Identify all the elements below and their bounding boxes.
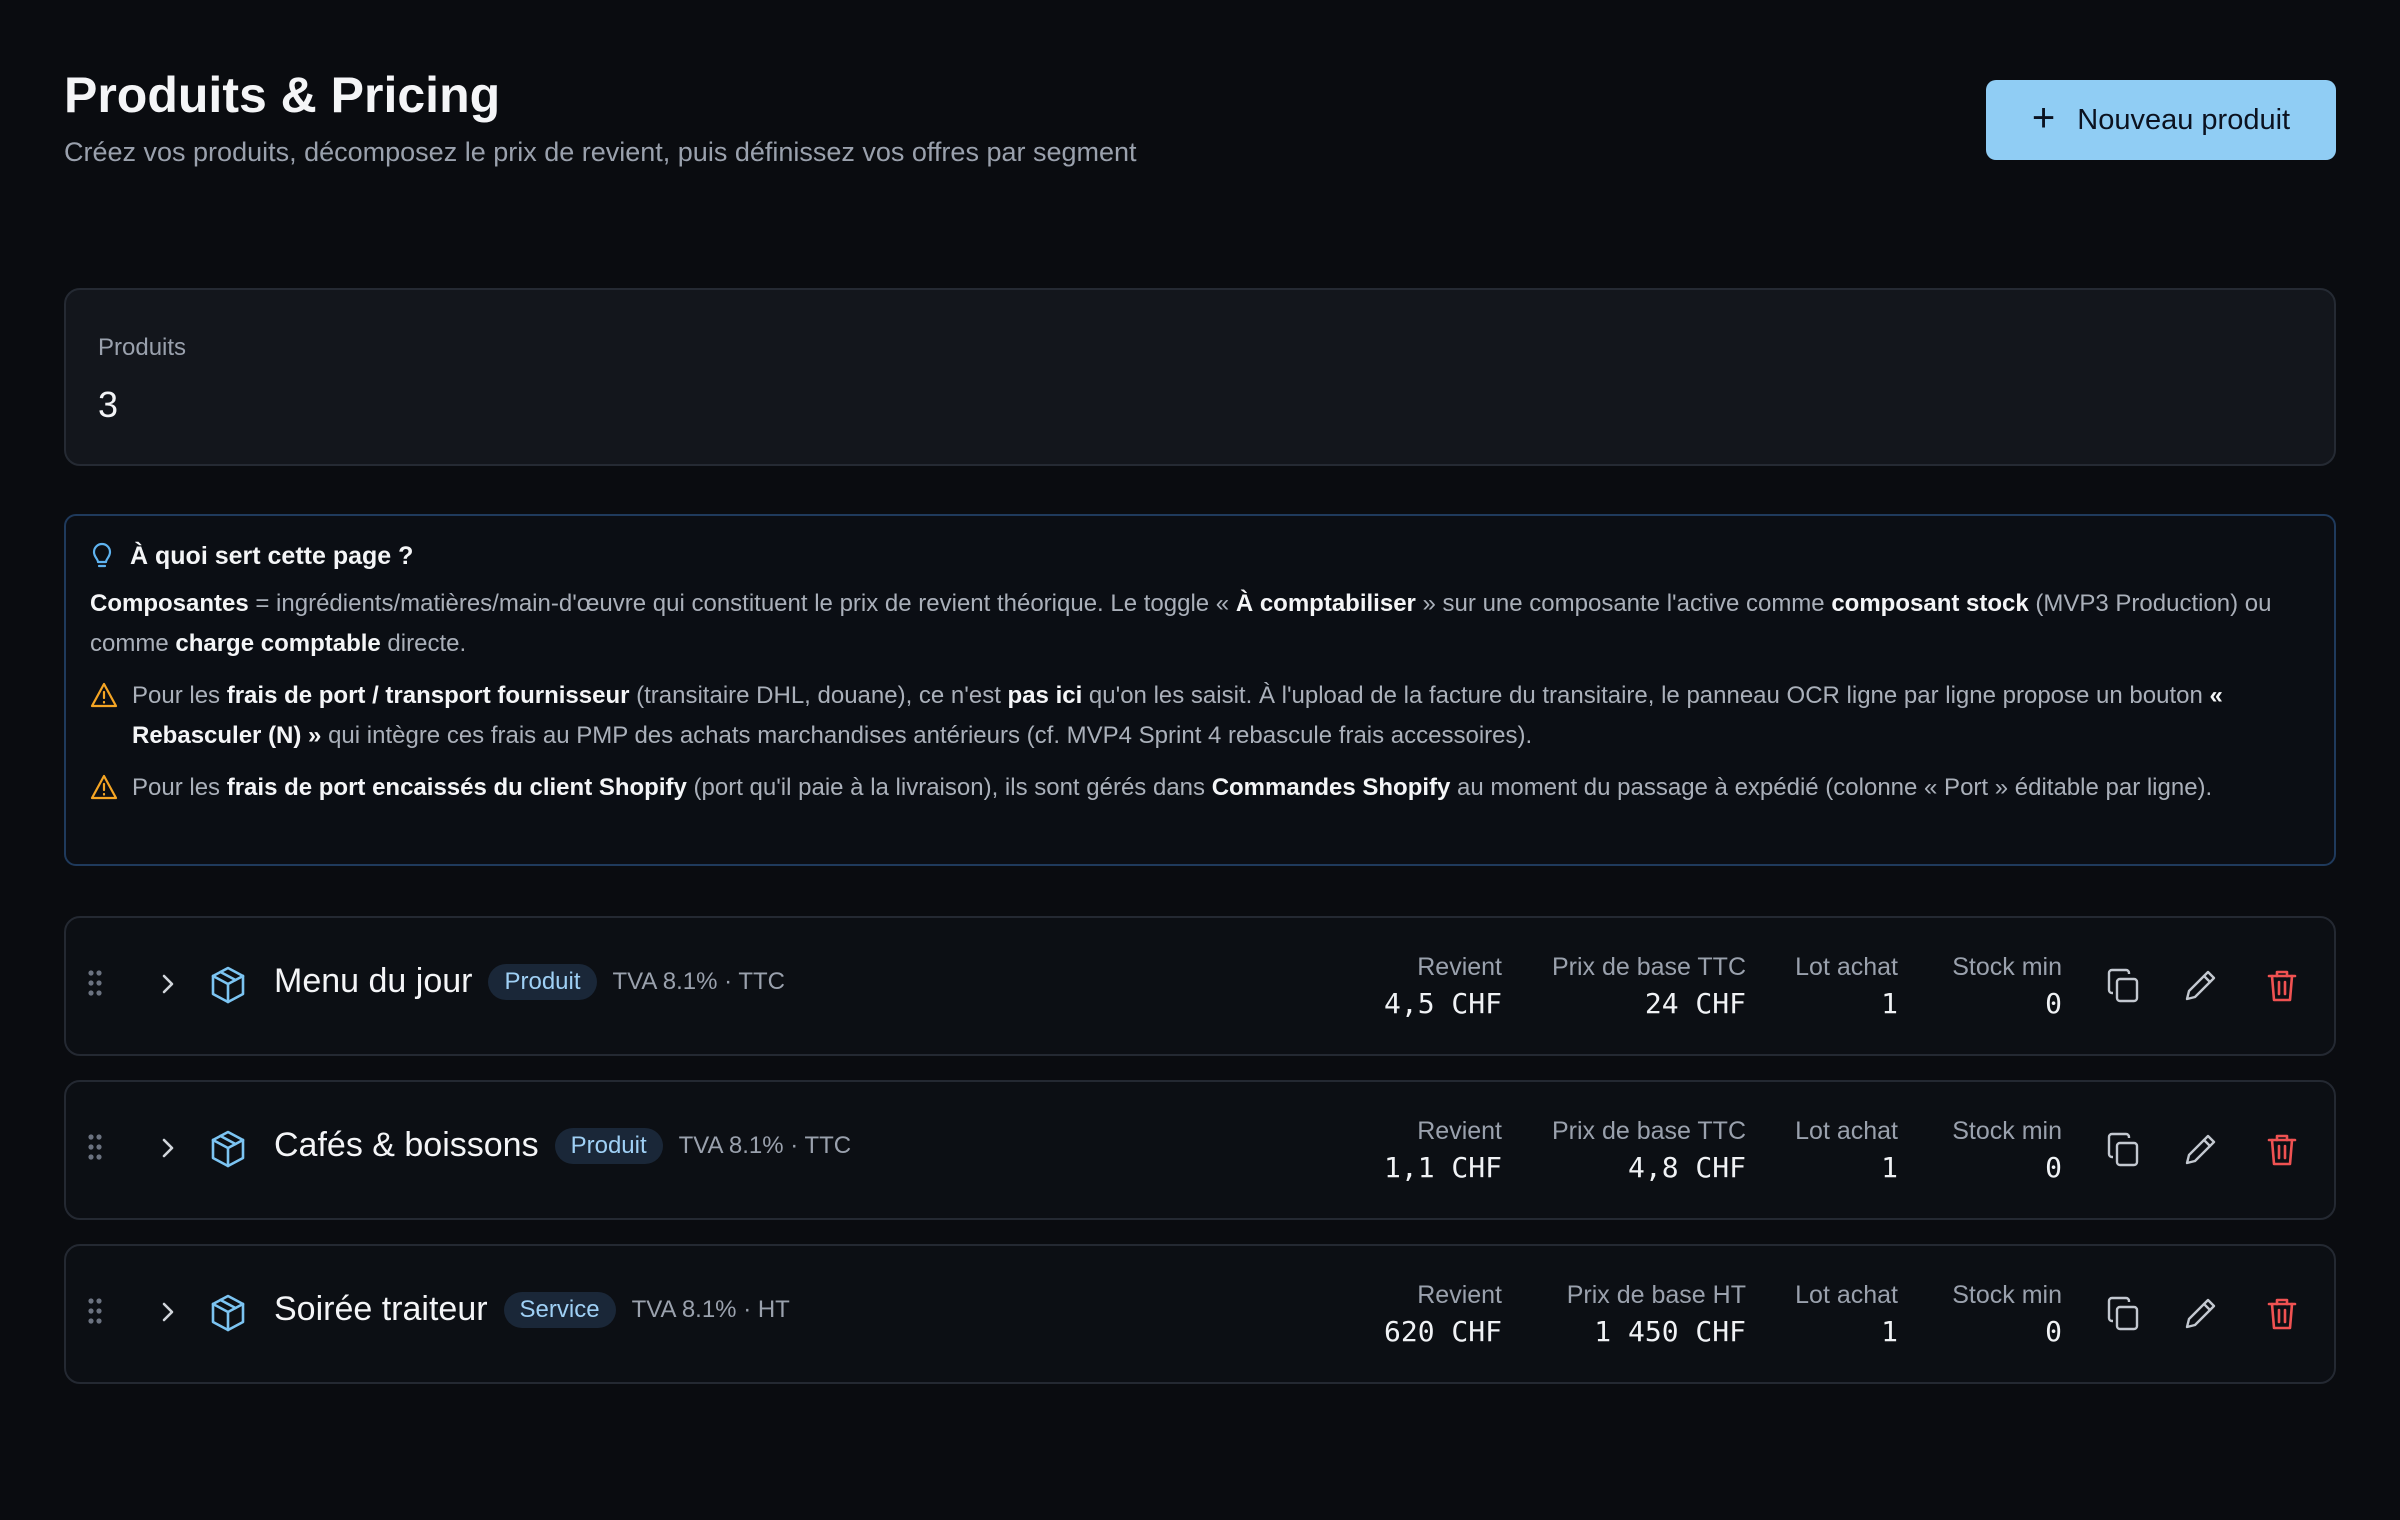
product-type-badge: Produit — [488, 963, 597, 1000]
delete-icon[interactable] — [2266, 1132, 2298, 1168]
product-row[interactable]: Menu du jour Produit TVA 8.1% · TTC Revi… — [64, 916, 2336, 1056]
min-stock-value: 0 — [2045, 1151, 2062, 1184]
edit-icon[interactable] — [2184, 1132, 2218, 1168]
product-name: Cafés & boissons — [274, 1126, 539, 1164]
purchase-lot-column: Lot achat 1 — [1795, 1114, 1898, 1188]
cost-column: Revient 4,5 CHF — [1384, 950, 1502, 1024]
drag-handle-icon[interactable] — [88, 1298, 102, 1324]
stat-label: Produits — [98, 334, 187, 361]
info-panel: À quoi sert cette page ? Composantes = i… — [64, 514, 2336, 866]
min-stock-column: Stock min 0 — [1952, 950, 2062, 1024]
base-price-column: Prix de base TTC 24 CHF — [1552, 950, 1746, 1024]
min-stock-column: Stock min 0 — [1952, 1114, 2062, 1188]
base-price-value: 24 CHF — [1644, 987, 1746, 1020]
drag-handle-icon[interactable] — [88, 1134, 102, 1160]
cost-value: 4,5 CHF — [1383, 987, 1502, 1020]
product-name: Menu du jour — [274, 962, 473, 1000]
base-price-column: Prix de base HT 1 450 CHF — [1567, 1278, 1746, 1352]
chevron-right-icon[interactable] — [158, 1134, 178, 1162]
product-type-badge: Produit — [554, 1127, 663, 1164]
new-product-label: Nouveau produit — [2077, 103, 2291, 136]
cost-column: Revient 1,1 CHF — [1384, 1114, 1502, 1188]
cost-value: 620 CHF — [1383, 1315, 1502, 1348]
lightbulb-icon — [92, 542, 112, 568]
delete-icon[interactable] — [2266, 968, 2298, 1004]
drag-handle-icon[interactable] — [88, 970, 102, 996]
tva-info: TVA 8.1% · HT — [631, 1295, 790, 1323]
page-header: Produits & Pricing Créez vos produits, d… — [64, 64, 2336, 184]
stat-value: 3 — [98, 384, 119, 425]
chevron-right-icon[interactable] — [158, 970, 178, 998]
purchase-lot-value: 1 — [1881, 1315, 1898, 1348]
product-name: Soirée traiteur — [274, 1290, 488, 1328]
purchase-lot-column: Lot achat 1 — [1795, 950, 1898, 1024]
package-icon — [211, 1130, 245, 1168]
chevron-right-icon[interactable] — [158, 1298, 178, 1326]
min-stock-column: Stock min 0 — [1952, 1278, 2062, 1352]
cost-value: 1,1 CHF — [1383, 1151, 1502, 1184]
product-list: Menu du jour Produit TVA 8.1% · TTC Revi… — [64, 916, 2336, 1384]
package-icon — [211, 966, 245, 1004]
cost-column: Revient 620 CHF — [1384, 1278, 1502, 1352]
product-type-badge: Service — [503, 1291, 616, 1328]
plus-icon: + — [2031, 96, 2056, 140]
warning-icon — [90, 774, 118, 800]
base-price-value: 4,8 CHF — [1627, 1151, 1746, 1184]
min-stock-value: 0 — [2045, 987, 2062, 1020]
new-product-button[interactable]: + Nouveau produit — [1986, 80, 2336, 160]
tva-info: TVA 8.1% · TTC — [612, 967, 786, 995]
base-price-column: Prix de base TTC 4,8 CHF — [1552, 1114, 1746, 1188]
purchase-lot-value: 1 — [1881, 987, 1898, 1020]
products-count-card: Produits 3 — [64, 288, 2336, 466]
info-title: À quoi sert cette page ? — [90, 538, 2310, 574]
warning-icon — [90, 682, 118, 708]
min-stock-value: 0 — [2045, 1315, 2062, 1348]
package-icon — [211, 1294, 245, 1332]
edit-icon[interactable] — [2184, 968, 2218, 1004]
duplicate-icon[interactable] — [2106, 968, 2140, 1004]
purchase-lot-column: Lot achat 1 — [1795, 1278, 1898, 1352]
product-row[interactable]: Cafés & boissons Produit TVA 8.1% · TTC … — [64, 1080, 2336, 1220]
warning-supplier-shipping: Pour les frais de port / transport fourn… — [90, 676, 2310, 756]
tva-info: TVA 8.1% · TTC — [678, 1131, 852, 1159]
delete-icon[interactable] — [2266, 1296, 2298, 1332]
warning-shopify-shipping: Pour les frais de port encaissés du clie… — [90, 768, 2310, 808]
product-row[interactable]: Soirée traiteur Service TVA 8.1% · HT Re… — [64, 1244, 2336, 1384]
purchase-lot-value: 1 — [1881, 1151, 1898, 1184]
products-page: Produits & Pricing Créez vos produits, d… — [64, 64, 2336, 1408]
info-components-text: Composantes = ingrédients/matières/main-… — [90, 590, 2272, 657]
edit-icon[interactable] — [2184, 1296, 2218, 1332]
duplicate-icon[interactable] — [2106, 1132, 2140, 1168]
duplicate-icon[interactable] — [2106, 1296, 2140, 1332]
base-price-value: 1 450 CHF — [1594, 1315, 1746, 1348]
